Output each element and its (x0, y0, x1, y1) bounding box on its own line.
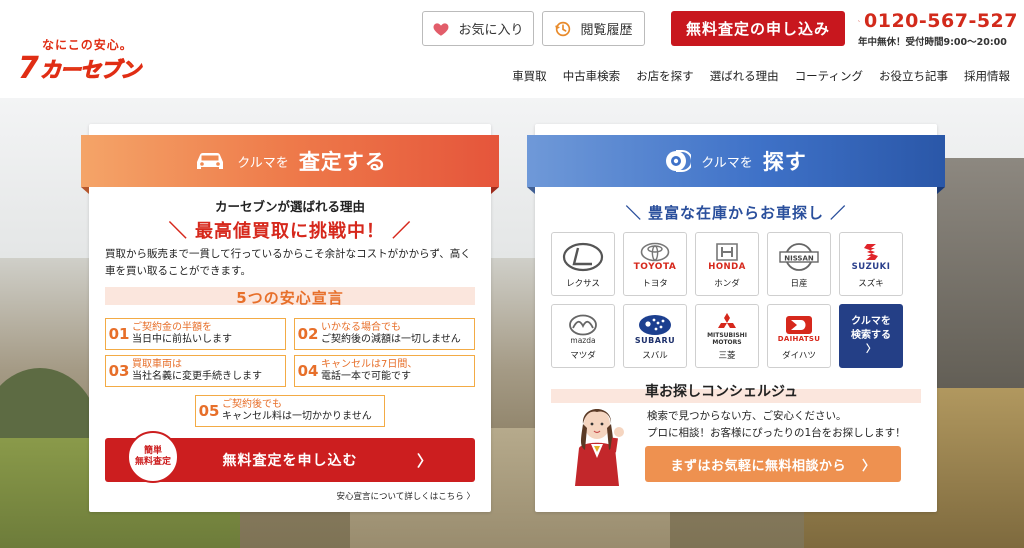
brand-toyota[interactable]: TOYOTA トヨタ (623, 232, 687, 296)
chevron-right-icon: 〉 (862, 458, 876, 474)
daihatsu-logo-icon (786, 316, 812, 334)
tire-icon (666, 150, 692, 172)
nav-find-store[interactable]: お店を探す (636, 68, 694, 84)
free-assessment-header-button[interactable]: 無料査定の申し込み (671, 11, 845, 46)
lexus-logo-icon (562, 242, 604, 272)
heart-icon (434, 22, 449, 36)
phone-number: 0120-567-527 (864, 10, 1018, 32)
suzuki-logo-icon (864, 244, 878, 260)
site-logo[interactable]: なにこの安心。 7 カーセブン (18, 36, 148, 86)
main-nav: 車買取 中古車検索 お店を探す 選ばれる理由 コーティング お役立ち記事 採用情… (512, 68, 1010, 84)
nav-reasons[interactable]: 選ばれる理由 (710, 68, 779, 84)
find-panel: クルマを 探す ＼ 豊富な在庫からお車探し ／ レクサス TOYOTA トヨタ (527, 124, 945, 512)
site-header: なにこの安心。 7 カーセブン お気に入り 閲覧履歴 無料査定の申し込み 012… (0, 0, 1024, 98)
brand-daihatsu[interactable]: DAIHATSU ダイハツ (767, 304, 831, 368)
declaration-item: 02 いかなる場合でも ご契約後の減額は一切しません (294, 318, 475, 350)
easy-free-assessment-badge: 簡単 無料査定 (127, 431, 179, 483)
nav-articles[interactable]: お役立ち記事 (879, 68, 948, 84)
subaru-logo-icon (639, 314, 671, 335)
apply-free-assessment-label: 無料査定を申し込む (222, 453, 358, 469)
phone-contact[interactable]: 0120-567-527 年中無休！受付時間9:00～20:00 (858, 10, 1018, 48)
nissan-logo-icon: NISSAN (779, 243, 819, 271)
find-ribbon: クルマを 探す (527, 135, 945, 194)
car-icon (197, 153, 224, 169)
reason-subtitle: カーセブンが選ばれる理由 (214, 199, 365, 214)
sell-ribbon: クルマを 査定する (81, 135, 499, 194)
brand-lexus[interactable]: レクサス (551, 232, 615, 296)
logo-name: カーセブン (40, 58, 142, 83)
sell-ribbon-small: クルマを (237, 155, 289, 171)
favorites-button[interactable]: お気に入り (422, 11, 534, 46)
svg-text:NISSAN: NISSAN (784, 255, 814, 263)
find-ribbon-small: クルマを (701, 155, 753, 171)
sell-panel: クルマを 査定する カーセブンが選ばれる理由 ＼ 最高値買取に挑戦中！ ／ 買取… (81, 124, 499, 512)
chevron-right-icon: 〉 (416, 452, 433, 470)
brand-mitsubishi[interactable]: MITSUBISHI MOTORS 三菱 (695, 304, 759, 368)
phone-icon (858, 20, 860, 22)
nav-used-car-search[interactable]: 中古車検索 (563, 68, 621, 84)
sell-ribbon-big: 査定する (298, 150, 387, 174)
history-label: 閲覧履歴 (580, 23, 633, 38)
history-clock-icon (555, 21, 571, 36)
search-cars-tile[interactable]: クルマを 検索する 〉 (839, 304, 903, 368)
nav-coating[interactable]: コーティング (795, 68, 863, 84)
brand-suzuki[interactable]: SUZUKI スズキ (839, 232, 903, 296)
chevron-right-icon: 〉 (866, 344, 876, 355)
logo-seven: 7 (18, 51, 39, 86)
reason-headline: ＼ 最高値買取に挑戦中！ ／ (168, 221, 412, 242)
nav-recruit[interactable]: 採用情報 (964, 68, 1010, 84)
free-consultation-button[interactable]: まずはお気軽に無料相談から 〉 (645, 446, 901, 482)
nav-buy[interactable]: 車買取 (512, 68, 547, 84)
logo-mark: 7 カーセブン (18, 54, 148, 84)
stock-title: ＼ 豊富な在庫からお車探し ／ (625, 204, 847, 222)
declaration-details-link[interactable]: 安心宣言について詳しくはこちら 〉 (337, 490, 475, 502)
phone-hours: 年中無休！受付時間9:00～20:00 (858, 37, 1007, 48)
brand-mazda[interactable]: mazda マツダ (551, 304, 615, 368)
favorites-label: お気に入り (458, 23, 524, 38)
concierge-title: 車お探しコンシェルジュ (645, 384, 799, 400)
toyota-logo-icon (640, 242, 670, 262)
logo-tagline: なにこの安心。 (42, 38, 133, 52)
honda-logo-icon (716, 243, 738, 261)
mazda-logo-icon (569, 314, 597, 335)
concierge-description: 検索で見つからない方、ご安心ください。 プロに相談！お客様にぴったりの1台をお探… (647, 410, 906, 439)
mitsubishi-logo-icon (718, 313, 736, 328)
declaration-item: 01 ご契約金の半額を 当日中に前払いします (105, 318, 286, 350)
find-ribbon-big: 探す (762, 150, 807, 174)
reason-description: 買取から販売まで一貫して行っているからこそ余計なコストがかからず、高く車を買い取… (105, 248, 471, 277)
brand-honda[interactable]: HONDA ホンダ (695, 232, 759, 296)
declaration-item: 05 ご契約後でも キャンセル料は一切かかりません (195, 395, 385, 427)
declarations-title: 5つの安心宣言 (236, 289, 344, 307)
brand-subaru[interactable]: SUBARU スバル (623, 304, 687, 368)
history-button[interactable]: 閲覧履歴 (542, 11, 645, 46)
brand-nissan[interactable]: NISSAN 日産 (767, 232, 831, 296)
declaration-item: 03 買取車両は 当社名義に変更手続きします (105, 355, 286, 387)
declaration-item: 04 キャンセルは7日間、 電話一本で可能です (294, 355, 475, 387)
concierge-staff-image (575, 409, 624, 486)
